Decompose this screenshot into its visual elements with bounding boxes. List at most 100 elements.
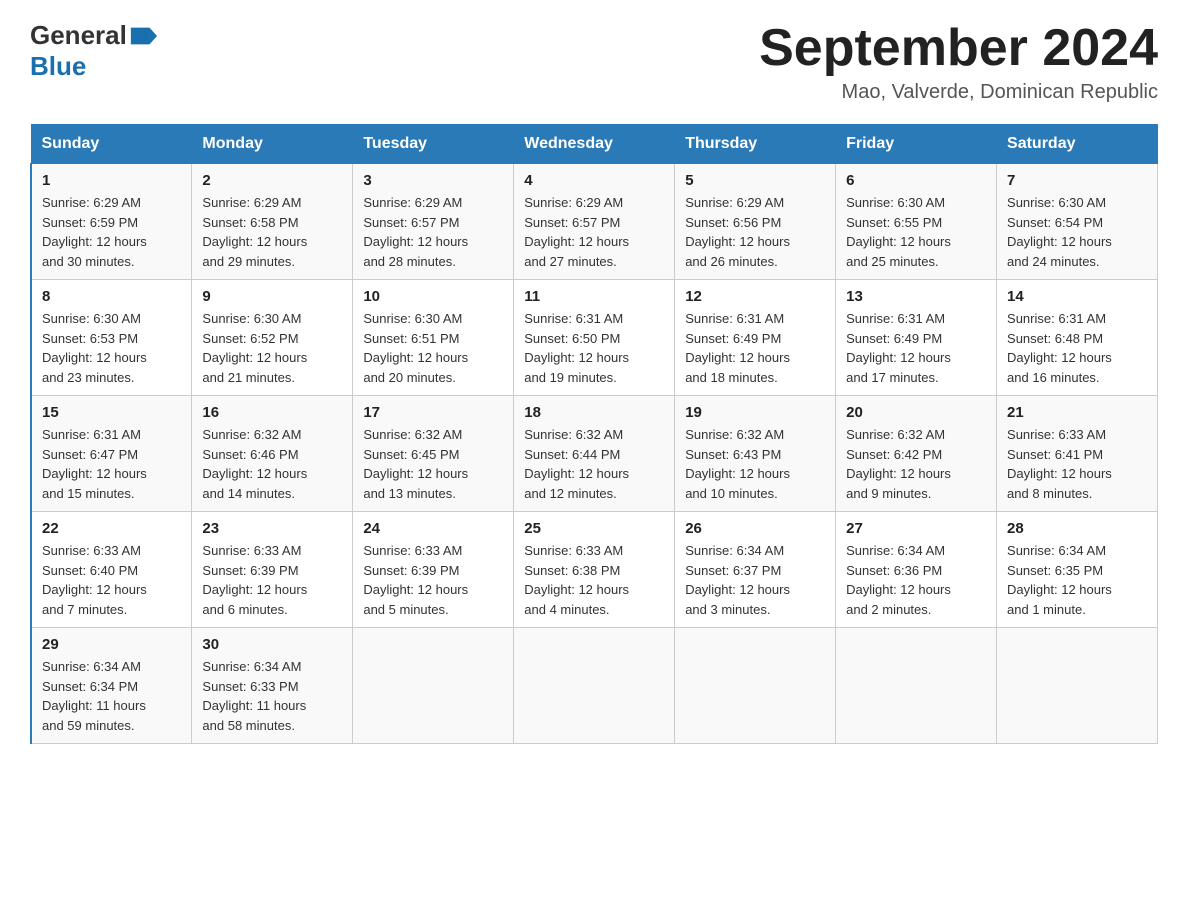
logo: General Blue — [30, 20, 157, 82]
day-number: 22 — [42, 520, 181, 537]
day-number: 8 — [42, 288, 181, 305]
calendar-cell — [997, 628, 1158, 744]
calendar-cell — [353, 628, 514, 744]
day-number: 1 — [42, 172, 181, 189]
calendar-cell: 10 Sunrise: 6:30 AMSunset: 6:51 PMDayligh… — [353, 280, 514, 396]
title-location: Mao, Valverde, Dominican Republic — [759, 81, 1158, 104]
day-number: 21 — [1007, 404, 1147, 421]
header-saturday: Saturday — [997, 125, 1158, 164]
day-number: 29 — [42, 636, 181, 653]
calendar-cell: 30Sunrise: 6:34 AMSunset: 6:33 PMDayligh… — [192, 628, 353, 744]
day-number: 3 — [363, 172, 503, 189]
day-info: Sunrise: 6:33 AMSunset: 6:39 PMDaylight:… — [363, 541, 503, 619]
calendar-cell: 12Sunrise: 6:31 AMSunset: 6:49 PMDayligh… — [675, 280, 836, 396]
day-info: Sunrise: 6:30 AMSunset: 6:52 PMDaylight:… — [202, 309, 342, 387]
calendar-week-row: 15 Sunrise: 6:31 AMSunset: 6:47 PMDayligh… — [31, 396, 1158, 512]
day-info: Sunrise: 6:30 AMSunset: 6:55 PMDaylight:… — [846, 193, 986, 271]
calendar-cell: 23 Sunrise: 6:33 AMSunset: 6:39 PMDayligh… — [192, 512, 353, 628]
calendar-cell: 22 Sunrise: 6:33 AMSunset: 6:40 PMDayligh… — [31, 512, 192, 628]
calendar-cell — [514, 628, 675, 744]
calendar-week-row: 1 Sunrise: 6:29 AMSunset: 6:59 PMDaylight… — [31, 164, 1158, 280]
day-info: Sunrise: 6:29 AMSunset: 6:58 PMDaylight:… — [202, 193, 342, 271]
day-info: Sunrise: 6:31 AMSunset: 6:48 PMDaylight:… — [1007, 309, 1147, 387]
calendar-cell: 28 Sunrise: 6:34 AMSunset: 6:35 PMDayligh… — [997, 512, 1158, 628]
day-number: 6 — [846, 172, 986, 189]
day-info: Sunrise: 6:34 AMSunset: 6:34 PMDaylight:… — [42, 657, 181, 735]
day-number: 25 — [524, 520, 664, 537]
calendar-cell — [675, 628, 836, 744]
calendar-cell: 6 Sunrise: 6:30 AMSunset: 6:55 PMDaylight… — [836, 164, 997, 280]
day-info: Sunrise: 6:33 AMSunset: 6:41 PMDaylight:… — [1007, 425, 1147, 503]
day-info: Sunrise: 6:34 AMSunset: 6:35 PMDaylight:… — [1007, 541, 1147, 619]
day-info: Sunrise: 6:31 AMSunset: 6:49 PMDaylight:… — [685, 309, 825, 387]
day-info: Sunrise: 6:31 AMSunset: 6:50 PMDaylight:… — [524, 309, 664, 387]
day-number: 11 — [524, 288, 664, 305]
day-number: 2 — [202, 172, 342, 189]
header-wednesday: Wednesday — [514, 125, 675, 164]
day-info: Sunrise: 6:34 AMSunset: 6:36 PMDaylight:… — [846, 541, 986, 619]
day-number: 9 — [202, 288, 342, 305]
calendar-cell: 7 Sunrise: 6:30 AMSunset: 6:54 PMDaylight… — [997, 164, 1158, 280]
calendar-cell: 17 Sunrise: 6:32 AMSunset: 6:45 PMDayligh… — [353, 396, 514, 512]
day-info: Sunrise: 6:33 AMSunset: 6:40 PMDaylight:… — [42, 541, 181, 619]
calendar-cell: 24Sunrise: 6:33 AMSunset: 6:39 PMDayligh… — [353, 512, 514, 628]
day-number: 10 — [363, 288, 503, 305]
day-info: Sunrise: 6:32 AMSunset: 6:44 PMDaylight:… — [524, 425, 664, 503]
day-number: 19 — [685, 404, 825, 421]
calendar-table: SundayMondayTuesdayWednesdayThursdayFrid… — [30, 124, 1158, 744]
day-number: 17 — [363, 404, 503, 421]
day-info: Sunrise: 6:34 AMSunset: 6:33 PMDaylight:… — [202, 657, 342, 735]
day-number: 5 — [685, 172, 825, 189]
calendar-week-row: 29 Sunrise: 6:34 AMSunset: 6:34 PMDayligh… — [31, 628, 1158, 744]
day-info: Sunrise: 6:31 AMSunset: 6:47 PMDaylight:… — [42, 425, 181, 503]
day-number: 18 — [524, 404, 664, 421]
day-number: 14 — [1007, 288, 1147, 305]
calendar-cell: 25 Sunrise: 6:33 AMSunset: 6:38 PMDayligh… — [514, 512, 675, 628]
calendar-cell: 29 Sunrise: 6:34 AMSunset: 6:34 PMDayligh… — [31, 628, 192, 744]
header-tuesday: Tuesday — [353, 125, 514, 164]
day-info: Sunrise: 6:29 AMSunset: 6:59 PMDaylight:… — [42, 193, 181, 271]
calendar-cell: 20 Sunrise: 6:32 AMSunset: 6:42 PMDayligh… — [836, 396, 997, 512]
calendar-cell: 4 Sunrise: 6:29 AMSunset: 6:57 PMDaylight… — [514, 164, 675, 280]
calendar-header-row: SundayMondayTuesdayWednesdayThursdayFrid… — [31, 125, 1158, 164]
day-number: 20 — [846, 404, 986, 421]
day-number: 15 — [42, 404, 181, 421]
calendar-cell: 21 Sunrise: 6:33 AMSunset: 6:41 PMDayligh… — [997, 396, 1158, 512]
calendar-cell: 1 Sunrise: 6:29 AMSunset: 6:59 PMDaylight… — [31, 164, 192, 280]
logo-icon — [129, 22, 157, 50]
title-block: September 2024 Mao, Valverde, Dominican … — [759, 20, 1158, 104]
day-number: 13 — [846, 288, 986, 305]
calendar-cell: 15 Sunrise: 6:31 AMSunset: 6:47 PMDayligh… — [31, 396, 192, 512]
calendar-cell: 9 Sunrise: 6:30 AMSunset: 6:52 PMDaylight… — [192, 280, 353, 396]
day-info: Sunrise: 6:30 AMSunset: 6:51 PMDaylight:… — [363, 309, 503, 387]
day-info: Sunrise: 6:33 AMSunset: 6:38 PMDaylight:… — [524, 541, 664, 619]
day-number: 16 — [202, 404, 342, 421]
calendar-cell: 3 Sunrise: 6:29 AMSunset: 6:57 PMDaylight… — [353, 164, 514, 280]
day-number: 28 — [1007, 520, 1147, 537]
title-month: September 2024 — [759, 20, 1158, 77]
day-number: 4 — [524, 172, 664, 189]
day-info: Sunrise: 6:29 AMSunset: 6:57 PMDaylight:… — [524, 193, 664, 271]
header-thursday: Thursday — [675, 125, 836, 164]
day-info: Sunrise: 6:32 AMSunset: 6:45 PMDaylight:… — [363, 425, 503, 503]
header-sunday: Sunday — [31, 125, 192, 164]
calendar-cell: 16Sunrise: 6:32 AMSunset: 6:46 PMDayligh… — [192, 396, 353, 512]
page-header: General Blue September 2024 Mao, Valverd… — [30, 20, 1158, 104]
day-info: Sunrise: 6:32 AMSunset: 6:42 PMDaylight:… — [846, 425, 986, 503]
day-info: Sunrise: 6:30 AMSunset: 6:54 PMDaylight:… — [1007, 193, 1147, 271]
day-number: 23 — [202, 520, 342, 537]
day-info: Sunrise: 6:29 AMSunset: 6:57 PMDaylight:… — [363, 193, 503, 271]
logo-text-general: General — [30, 20, 127, 51]
day-info: Sunrise: 6:29 AMSunset: 6:56 PMDaylight:… — [685, 193, 825, 271]
calendar-cell: 5 Sunrise: 6:29 AMSunset: 6:56 PMDaylight… — [675, 164, 836, 280]
calendar-cell: 19 Sunrise: 6:32 AMSunset: 6:43 PMDayligh… — [675, 396, 836, 512]
day-info: Sunrise: 6:33 AMSunset: 6:39 PMDaylight:… — [202, 541, 342, 619]
day-info: Sunrise: 6:32 AMSunset: 6:43 PMDaylight:… — [685, 425, 825, 503]
day-number: 27 — [846, 520, 986, 537]
calendar-cell: 18 Sunrise: 6:32 AMSunset: 6:44 PMDayligh… — [514, 396, 675, 512]
calendar-cell: 8Sunrise: 6:30 AMSunset: 6:53 PMDaylight… — [31, 280, 192, 396]
header-monday: Monday — [192, 125, 353, 164]
day-number: 7 — [1007, 172, 1147, 189]
calendar-cell: 26Sunrise: 6:34 AMSunset: 6:37 PMDayligh… — [675, 512, 836, 628]
calendar-cell — [836, 628, 997, 744]
